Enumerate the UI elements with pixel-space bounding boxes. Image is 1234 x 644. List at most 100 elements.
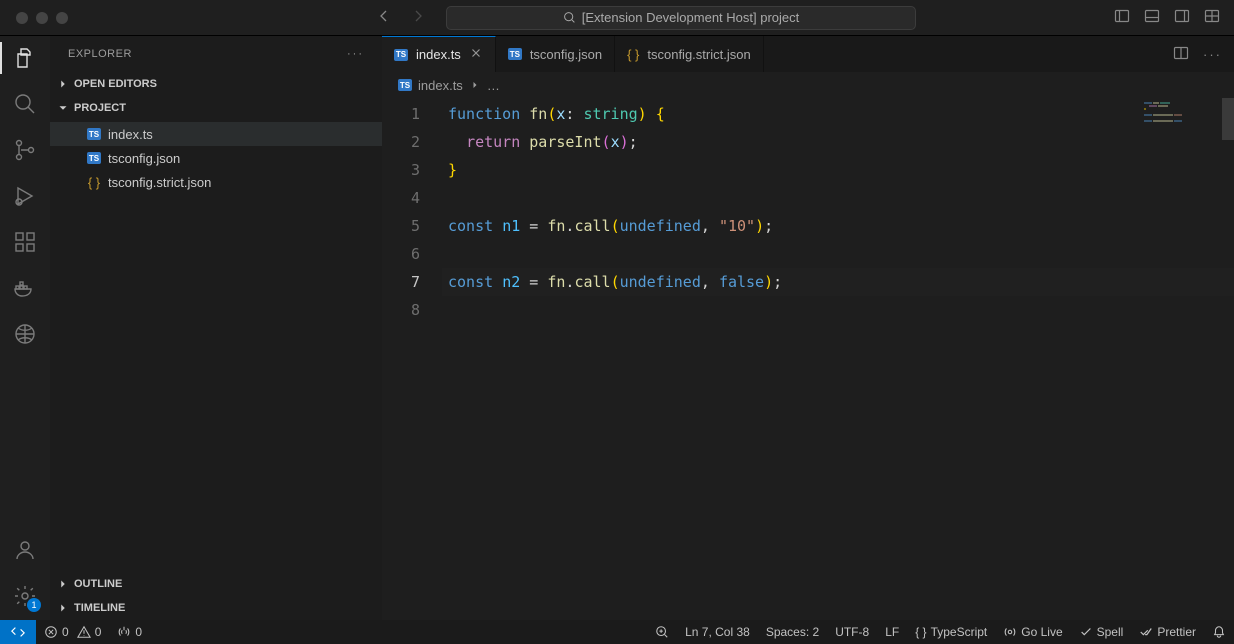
activity-explorer[interactable] — [13, 46, 37, 70]
json-file-icon: { } — [627, 47, 639, 62]
panel-left-icon[interactable] — [1114, 8, 1130, 27]
eol[interactable]: LF — [877, 625, 907, 639]
ports[interactable]: 0 — [109, 625, 150, 639]
editor-tab[interactable]: TS tsconfig.json — [496, 36, 615, 72]
command-center-title: [Extension Development Host] project — [582, 10, 800, 25]
breadcrumb[interactable]: TS index.ts … — [382, 72, 1234, 98]
breadcrumb-more[interactable]: … — [487, 78, 500, 93]
prettier[interactable]: Prettier — [1131, 625, 1204, 639]
file-tree: TS index.ts TS tsconfig.json { } tsconfig.str… — [50, 120, 382, 196]
breadcrumb-file[interactable]: index.ts — [418, 78, 463, 93]
status-bar: 0 0 0 Ln 7, Col 38 Spaces: 2 UTF-8 LF { … — [0, 620, 1234, 644]
activity-settings[interactable]: 1 — [13, 584, 37, 608]
explorer-sidebar: EXPLORER ··· OPEN EDITORS PROJECT TS inde… — [50, 36, 382, 620]
activity-docker[interactable] — [13, 276, 37, 300]
file-name: index.ts — [108, 127, 153, 142]
file-tree-item[interactable]: TS index.ts — [50, 122, 382, 146]
file-tree-item[interactable]: { } tsconfig.strict.json — [50, 170, 382, 194]
tab-label: tsconfig.strict.json — [647, 47, 750, 62]
chevron-right-icon — [469, 79, 481, 91]
error-icon — [44, 625, 58, 639]
ts-file-icon: TS — [87, 128, 101, 140]
timeline-label: TIMELINE — [74, 602, 125, 614]
explorer-title: EXPLORER — [68, 48, 132, 60]
zoom-reset[interactable] — [647, 625, 677, 639]
ts-file-icon: TS — [398, 79, 412, 91]
panel-right-icon[interactable] — [1174, 8, 1190, 27]
activity-account[interactable] — [13, 538, 37, 562]
remote-indicator[interactable] — [0, 620, 36, 644]
nav-forward-icon[interactable] — [410, 8, 426, 27]
chevron-right-icon — [56, 601, 70, 615]
file-name: tsconfig.strict.json — [108, 175, 211, 190]
close-tab-icon[interactable] — [469, 46, 483, 63]
settings-badge: 1 — [27, 598, 41, 612]
code-content[interactable]: function fn(x: string) { return parseInt… — [442, 98, 1234, 620]
minimap[interactable] — [1144, 102, 1224, 116]
warning-icon — [77, 625, 91, 639]
double-check-icon — [1139, 625, 1153, 639]
outline-section[interactable]: OUTLINE — [50, 572, 382, 596]
editor-tabs: TS index.ts TS tsconfig.json { } tsconfig.str… — [382, 36, 1234, 72]
problems-warnings[interactable]: 0 — [77, 625, 110, 639]
more-tab-actions-icon[interactable]: ··· — [1203, 47, 1222, 62]
notifications[interactable] — [1204, 625, 1234, 639]
activity-remote[interactable] — [13, 322, 37, 346]
broadcast-icon — [1003, 625, 1017, 639]
spell-check[interactable]: Spell — [1071, 625, 1132, 639]
vertical-scrollbar[interactable] — [1222, 98, 1234, 140]
check-icon — [1079, 625, 1093, 639]
tab-label: tsconfig.json — [530, 47, 602, 62]
errors-count: 0 — [62, 625, 69, 639]
chevron-right-icon — [56, 577, 70, 591]
warnings-count: 0 — [95, 625, 102, 639]
titlebar: [Extension Development Host] project — [0, 0, 1234, 36]
editor-tab[interactable]: TS index.ts — [382, 36, 496, 72]
file-name: tsconfig.json — [108, 151, 180, 166]
more-actions-icon[interactable]: ··· — [347, 48, 364, 60]
outline-label: OUTLINE — [74, 578, 122, 590]
language-mode[interactable]: { } TypeScript — [907, 625, 995, 639]
activity-search[interactable] — [13, 92, 37, 116]
line-gutter[interactable]: 12345678 — [382, 98, 442, 620]
braces-icon: { } — [915, 625, 926, 639]
code-editor[interactable]: 12345678 function fn(x: string) { return… — [382, 98, 1234, 620]
search-icon — [563, 11, 576, 24]
ts-file-icon: TS — [508, 48, 522, 60]
ts-file-icon: TS — [87, 152, 101, 164]
open-editors-label: OPEN EDITORS — [74, 78, 157, 90]
close-window-icon[interactable] — [16, 12, 28, 24]
split-editor-icon[interactable] — [1173, 45, 1189, 64]
ts-file-icon: TS — [394, 49, 408, 61]
chevron-down-icon — [56, 101, 70, 115]
file-tree-item[interactable]: TS tsconfig.json — [50, 146, 382, 170]
ports-count: 0 — [135, 625, 142, 639]
command-center[interactable]: [Extension Development Host] project — [446, 6, 916, 30]
activity-scm[interactable] — [13, 138, 37, 162]
nav-back-icon[interactable] — [376, 8, 392, 27]
problems-errors[interactable]: 0 — [36, 625, 77, 639]
layout-icon[interactable] — [1204, 8, 1220, 27]
activity-run-debug[interactable] — [13, 184, 37, 208]
timeline-section[interactable]: TIMELINE — [50, 596, 382, 620]
ports-icon — [117, 625, 131, 639]
open-editors-section[interactable]: OPEN EDITORS — [50, 72, 382, 96]
go-live[interactable]: Go Live — [995, 625, 1070, 639]
editor-area: TS index.ts TS tsconfig.json { } tsconfig.str… — [382, 36, 1234, 620]
cursor-position[interactable]: Ln 7, Col 38 — [677, 625, 758, 639]
panel-bottom-icon[interactable] — [1144, 8, 1160, 27]
editor-tab[interactable]: { } tsconfig.strict.json — [615, 36, 764, 72]
project-section[interactable]: PROJECT — [50, 96, 382, 120]
tab-label: index.ts — [416, 47, 461, 62]
window-controls[interactable] — [8, 12, 76, 24]
zoom-icon — [655, 625, 669, 639]
activity-extensions[interactable] — [13, 230, 37, 254]
bell-icon — [1212, 625, 1226, 639]
chevron-right-icon — [56, 77, 70, 91]
project-label: PROJECT — [74, 102, 126, 114]
minimize-window-icon[interactable] — [36, 12, 48, 24]
encoding[interactable]: UTF-8 — [827, 625, 877, 639]
zoom-window-icon[interactable] — [56, 12, 68, 24]
indentation[interactable]: Spaces: 2 — [758, 625, 827, 639]
json-file-icon: { } — [88, 175, 100, 190]
